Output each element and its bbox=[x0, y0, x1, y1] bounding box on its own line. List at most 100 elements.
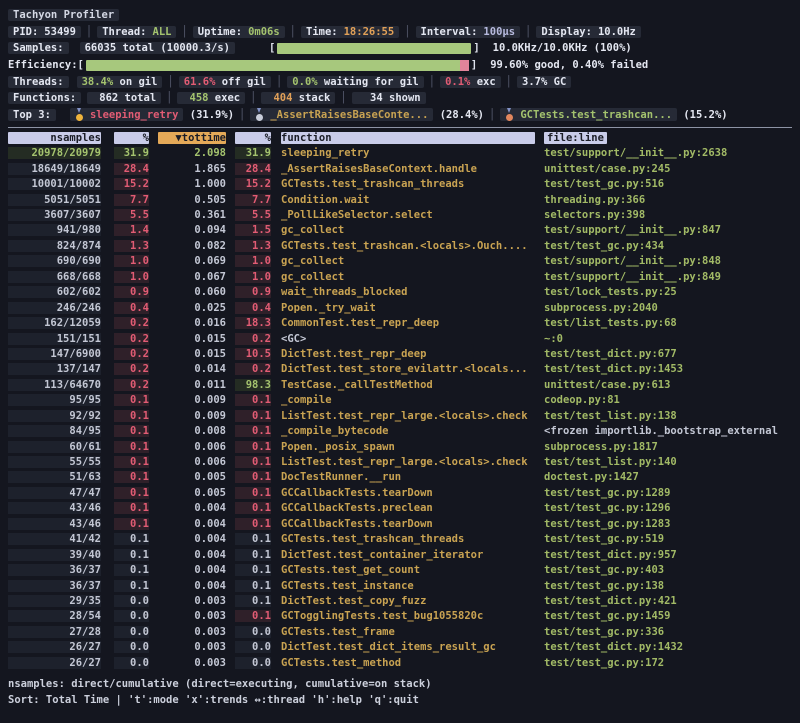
title-line: Tachyon Profiler bbox=[8, 7, 792, 24]
direct-pct-cell: 0.1 bbox=[114, 487, 149, 499]
tottime-cell: 0.004 bbox=[158, 533, 226, 545]
direct-pct-cell: 0.1 bbox=[114, 471, 149, 483]
table-row: 3607/36075.50.3615.5_PollLikeSelector.se… bbox=[0, 207, 800, 222]
direct-pct-cell: 0.1 bbox=[114, 580, 149, 592]
interval-value: 100µs bbox=[483, 26, 515, 38]
top3-items: sleeping_retry (31.9%)│_AssertRaisesBase… bbox=[70, 108, 728, 121]
separator: │ bbox=[340, 92, 346, 104]
column-header-tottime-sorted[interactable]: ▼tottime bbox=[158, 132, 226, 144]
tottime-cell: 1.865 bbox=[158, 163, 226, 175]
stat-text: on gil bbox=[113, 76, 157, 88]
efficiency-failed-segment bbox=[460, 60, 469, 71]
medal-silver-icon bbox=[255, 108, 264, 121]
table-row: 29/350.00.0030.1DictTest.test_copy_fuzzt… bbox=[0, 593, 800, 608]
stat-segment: 458 exec bbox=[177, 92, 245, 104]
table-body: 20978/2097931.92.09831.9sleeping_retryte… bbox=[0, 146, 800, 671]
direct-pct-cell: 28.4 bbox=[114, 163, 149, 175]
stat-text: shown bbox=[383, 92, 421, 104]
top3-label: Top 3: bbox=[8, 109, 56, 121]
total-pct-cell: 28.4 bbox=[235, 163, 271, 175]
file-line-cell: test/test_dict.py:1453 bbox=[544, 363, 792, 375]
samples-label: Samples: bbox=[8, 42, 69, 54]
table-row: 36/370.10.0040.1GCTests.test_instancetes… bbox=[0, 578, 800, 593]
total-pct-cell: 0.1 bbox=[235, 595, 271, 607]
function-cell: Popen._try_wait bbox=[281, 302, 535, 314]
function-cell: DictTest.test_store_evilattr.<locals... bbox=[281, 363, 535, 375]
top3-line: Top 3: sleeping_retry (31.9%)│_AssertRai… bbox=[8, 107, 792, 124]
nsamples-cell: 26/27 bbox=[8, 657, 101, 669]
total-pct-cell: 0.1 bbox=[235, 502, 271, 514]
stat-segment: 34 shown bbox=[352, 92, 426, 104]
pid-field: PID:53499 bbox=[8, 26, 81, 38]
thread-field[interactable]: Thread:ALL bbox=[97, 26, 176, 38]
direct-pct-cell: 0.0 bbox=[114, 595, 149, 607]
tottime-cell: 0.082 bbox=[158, 240, 226, 252]
tottime-cell: 2.098 bbox=[158, 147, 226, 159]
file-line-cell: test/test_gc.py:1459 bbox=[544, 610, 792, 622]
tottime-cell: 0.011 bbox=[158, 379, 226, 391]
total-pct-cell: 0.1 bbox=[235, 610, 271, 622]
tottime-cell: 0.060 bbox=[158, 286, 226, 298]
column-header-nsamples[interactable]: nsamples bbox=[8, 132, 101, 144]
direct-pct-cell: 5.5 bbox=[114, 209, 149, 221]
function-cell: TestCase._callTestMethod bbox=[281, 379, 535, 391]
total-pct-cell: 0.9 bbox=[235, 286, 271, 298]
direct-pct-cell: 0.2 bbox=[114, 363, 149, 375]
table-row: 36/370.10.0040.1GCTests.test_get_countte… bbox=[0, 562, 800, 577]
tottime-cell: 0.009 bbox=[158, 410, 226, 422]
nsamples-cell: 84/95 bbox=[8, 425, 101, 437]
column-header-file-line[interactable]: file:line bbox=[544, 132, 792, 144]
file-line-cell: test/test_gc.py:516 bbox=[544, 178, 792, 190]
tottime-cell: 0.006 bbox=[158, 441, 226, 453]
uptime-field: Uptime:0m06s bbox=[193, 26, 285, 38]
table-row: 113/646700.20.01198.3TestCase._callTestM… bbox=[0, 377, 800, 392]
samples-rate: 10.0KHz/10.0KHz (100%) bbox=[493, 42, 632, 54]
total-pct-cell: 1.0 bbox=[235, 271, 271, 283]
direct-pct-cell: 1.3 bbox=[114, 240, 149, 252]
table-row: 55/550.10.0060.1ListTest.test_repr_large… bbox=[0, 454, 800, 469]
nsamples-cell: 246/246 bbox=[8, 302, 101, 314]
table-row: 151/1510.20.0150.2<GC>~:0 bbox=[0, 331, 800, 346]
total-pct-cell: 0.2 bbox=[235, 363, 271, 375]
table-row: 26/270.00.0030.0GCTests.test_methodtest/… bbox=[0, 655, 800, 670]
table-row: 246/2460.40.0250.4Popen._try_waitsubproc… bbox=[0, 300, 800, 315]
function-cell: gc_collect bbox=[281, 255, 535, 267]
column-header-function[interactable]: function bbox=[281, 132, 535, 144]
total-pct-cell: 0.1 bbox=[235, 549, 271, 561]
functions-label: Functions: bbox=[8, 92, 81, 104]
table-row: 41/420.10.0040.1GCTests.test_trashcan_th… bbox=[0, 531, 800, 546]
file-line-cell: test/support/__init__.py:848 bbox=[544, 255, 792, 267]
file-line-cell: test/test_gc.py:172 bbox=[544, 657, 792, 669]
tottime-cell: 0.003 bbox=[158, 657, 226, 669]
direct-pct-cell: 1.0 bbox=[114, 271, 149, 283]
nsamples-cell: 3607/3607 bbox=[8, 209, 101, 221]
separator: │ bbox=[489, 109, 495, 121]
bracket-close: ] bbox=[471, 59, 477, 71]
total-pct-cell: 0.1 bbox=[235, 533, 271, 545]
total-pct-cell: 0.0 bbox=[235, 657, 271, 669]
threads-line: Threads: 38.4% on gil│61.6% off gil│0.0%… bbox=[8, 73, 792, 90]
column-header-total-pct[interactable]: % bbox=[235, 132, 271, 144]
nsamples-cell: 29/35 bbox=[8, 595, 101, 607]
nsamples-cell: 36/37 bbox=[8, 580, 101, 592]
file-line-cell: test/test_dict.py:677 bbox=[544, 348, 792, 360]
column-header-direct-pct[interactable]: % bbox=[114, 132, 149, 144]
table-row: 51/630.10.0050.1DocTestRunner.__rundocte… bbox=[0, 470, 800, 485]
nsamples-cell: 162/12059 bbox=[8, 317, 101, 329]
display-field: Display:10.0Hz bbox=[536, 26, 641, 38]
stat-segment: 61.6% off gil bbox=[179, 76, 271, 88]
table-row: 27/280.00.0030.0GCTests.test_frametest/t… bbox=[0, 624, 800, 639]
file-line-cell: test/support/__init__.py:2638 bbox=[544, 147, 792, 159]
table-row: 28/540.00.0030.1GCTogglingTests.test_bug… bbox=[0, 609, 800, 624]
top3-percent: (31.9%) bbox=[183, 109, 234, 121]
table-row: 10001/1000215.21.00015.2GCTests.test_tra… bbox=[0, 176, 800, 191]
interval-field: Interval:100µs bbox=[416, 26, 521, 38]
file-line-cell: ~:0 bbox=[544, 333, 792, 345]
nsamples-cell: 92/92 bbox=[8, 410, 101, 422]
function-cell: Popen._posix_spawn bbox=[281, 441, 535, 453]
total-pct-cell: 0.1 bbox=[235, 518, 271, 530]
total-pct-cell: 15.2 bbox=[235, 178, 271, 190]
tottime-cell: 0.004 bbox=[158, 502, 226, 514]
status-bar: PID:53499 │ Thread:ALL │ Uptime:0m06s │ … bbox=[8, 24, 792, 41]
separator: │ bbox=[250, 92, 256, 104]
